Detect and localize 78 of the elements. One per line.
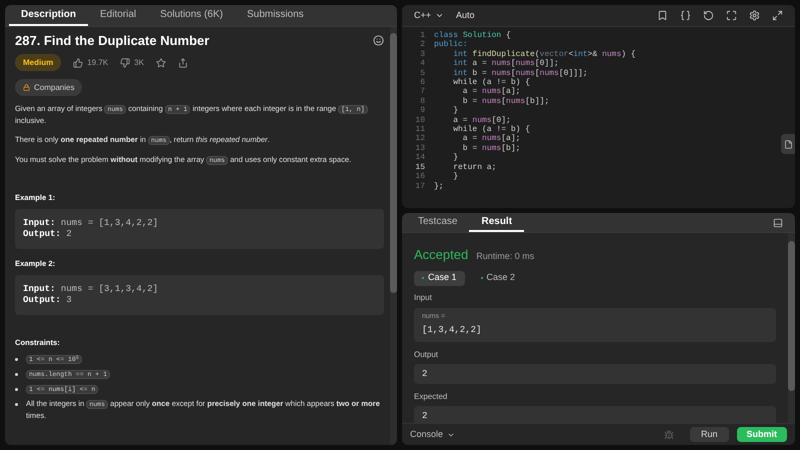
tab[interactable]: Result	[469, 213, 524, 232]
smile-icon[interactable]	[373, 35, 384, 46]
line-number: 17	[414, 182, 425, 191]
example-box: Input: nums = [3,1,3,4,2] Output: 3	[15, 275, 384, 315]
output-label: Output	[414, 350, 440, 360]
line-number: 13	[414, 144, 425, 154]
input-value: [1,3,4,2,2]	[422, 324, 482, 337]
tab[interactable]: Submissions	[234, 5, 316, 26]
case-tab[interactable]: Case 2	[472, 270, 524, 286]
line-number: 10	[414, 116, 425, 126]
code-line: a = nums[a];	[462, 134, 522, 144]
code-line: };	[434, 182, 445, 191]
line-number: 11	[414, 125, 425, 134]
autocomplete-mode[interactable]: Auto	[456, 8, 475, 22]
star-icon[interactable]	[156, 58, 166, 68]
code-line: while (a != b) {	[452, 78, 532, 88]
code-line: a = nums[a];	[462, 87, 522, 97]
thumbs-up-icon[interactable]	[73, 58, 84, 68]
expected-box: 2	[414, 406, 776, 423]
likes-count: 19.7K	[87, 57, 108, 68]
panel-layout-icon[interactable]	[773, 218, 783, 228]
code-line: b = nums[b];	[462, 144, 522, 154]
line-number: 7	[419, 87, 425, 97]
code-line: int b = nums[nums[nums[0]]];	[452, 68, 589, 78]
line-number: 4	[419, 59, 425, 69]
expected-label: Expected	[414, 392, 448, 402]
reset-icon[interactable]	[703, 10, 714, 21]
code-line: }	[452, 172, 460, 182]
tab[interactable]: Solutions (6K)	[148, 5, 235, 26]
line-number: 3	[419, 50, 425, 60]
code-line: public:	[434, 40, 469, 50]
scrollbar[interactable]	[390, 27, 397, 445]
example-box: Input: nums = [1,3,4,2,2] Output: 2	[15, 209, 384, 249]
code-line: return a;	[452, 162, 498, 172]
share-icon[interactable]	[178, 58, 188, 68]
bookmark-icon[interactable]	[657, 10, 668, 21]
tab[interactable]: Editorial	[88, 5, 148, 26]
braces-icon[interactable]	[680, 10, 691, 21]
line-number: 2	[419, 40, 425, 50]
code-line: }	[452, 106, 460, 116]
case-tab[interactable]: Case 1	[414, 270, 465, 286]
problem-title: 287. Find the Duplicate Number	[15, 35, 210, 46]
tab[interactable]: Testcase	[406, 213, 470, 232]
line-number: 1	[419, 31, 425, 40]
line-number: 14	[414, 153, 425, 163]
line-number: 5	[419, 68, 425, 78]
line-number: 6	[419, 78, 425, 88]
code-line: int findDuplicate(vector<int>& nums) {	[452, 50, 636, 59]
run-button[interactable]: Run	[690, 427, 728, 442]
line-number: 15	[414, 162, 425, 172]
console-dropdown[interactable]: Console	[410, 428, 456, 442]
expand-icon[interactable]	[772, 10, 783, 21]
lock-icon	[23, 84, 30, 91]
code-line: class Solution {	[434, 31, 512, 40]
scrollbar[interactable]	[788, 233, 795, 423]
tab[interactable]: Description	[9, 5, 88, 26]
code-line: }	[452, 153, 460, 163]
line-number: 12	[414, 134, 425, 144]
code-line: while (a != b) {	[452, 125, 532, 134]
companies-tag[interactable]: Companies	[15, 79, 82, 96]
settings-icon[interactable]	[749, 10, 760, 21]
thumbs-down-icon[interactable]	[120, 58, 130, 68]
output-box: 2	[414, 364, 776, 384]
language-dropdown[interactable]: C++	[414, 8, 444, 22]
result-status: Accepted	[414, 246, 468, 264]
difficulty-badge: Medium	[15, 54, 62, 71]
code-line: b = nums[nums[b]];	[462, 96, 550, 106]
code-line: a = nums[0];	[452, 116, 512, 125]
chevron-down-icon	[435, 11, 444, 20]
focus-icon[interactable]	[726, 10, 737, 21]
line-number: 9	[419, 106, 425, 116]
code-line: int a = nums[nums[0]];	[452, 59, 560, 69]
runtime-text: Runtime: 0 ms	[476, 250, 534, 263]
line-number: 8	[419, 96, 425, 106]
file-icon[interactable]	[781, 134, 795, 154]
line-number: 16	[414, 172, 425, 182]
dislikes-count: 3K	[134, 57, 144, 68]
input-label: Input	[414, 292, 433, 302]
